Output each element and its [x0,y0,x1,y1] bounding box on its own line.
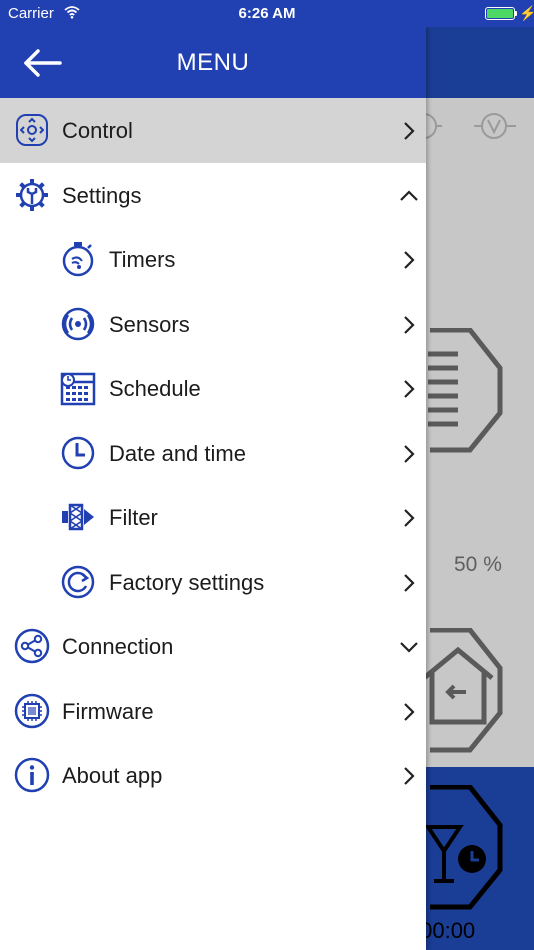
chevron-right-icon [404,251,415,269]
menu-item-filter[interactable]: Filter [0,485,426,550]
status-time: 6:26 AM [238,5,296,22]
menu-item-label: Sensors [109,311,190,337]
menu-list: Control Settings Timers Sensors Schedule… [0,98,426,808]
battery-icon [485,7,515,20]
sensor-icon [61,307,95,340]
menu-item-label: Filter [109,505,158,530]
menu-item-schedule[interactable]: Schedule [0,356,426,421]
menu-item-label: Firmware [62,698,154,724]
menu-item-control[interactable]: Control [0,98,426,163]
dpad-icon [16,114,48,146]
menu-item-label: Factory settings [109,569,265,595]
mode-icons [424,113,516,139]
chevron-up-icon [400,189,418,201]
menu-item-firmware[interactable]: Firmware [0,679,426,744]
chevron-right-icon [404,315,415,334]
menu-item-label: Schedule [109,376,201,401]
chevron-right-icon [404,702,415,721]
chevron-right-icon [404,509,415,527]
menu-item-date-and-time[interactable]: Date and time [0,421,426,486]
menu-item-timers[interactable]: Timers [0,227,426,292]
menu-item-settings[interactable]: Settings [0,163,426,228]
info-icon [14,757,50,793]
gear-icon [16,178,48,211]
chevron-down-icon [400,642,418,653]
clock-icon [61,436,95,469]
reset-icon [61,565,95,598]
fan-percent: 50 % [454,553,502,576]
menu-item-label: Settings [62,182,142,208]
chevron-right-icon [404,444,415,463]
menu-item-factory-settings[interactable]: Factory settings [0,550,426,615]
drawer-header: MENU [0,27,426,98]
charging-icon: ⚡ [519,5,534,21]
menu-item-label: Connection [62,634,174,659]
share-icon [14,628,50,664]
stopwatch-icon [62,242,94,277]
status-bar: Carrier 6:26 AM ⚡ [0,0,534,27]
menu-item-label: Date and time [109,440,246,466]
calendar-icon [60,372,96,406]
menu-item-label: About app [62,763,163,788]
menu-item-about-app[interactable]: About app [0,743,426,808]
menu-item-label: Control [62,118,133,143]
menu-item-sensors[interactable]: Sensors [0,292,426,357]
menu-item-label: Timers [109,247,176,272]
chevron-right-icon [404,380,415,398]
menu-item-connection[interactable]: Connection [0,614,426,679]
navigation-drawer: MENU Control Settings Timers Sensors Sch… [0,27,426,950]
chevron-right-icon [404,122,415,140]
chip-icon [14,693,50,728]
menu-title: MENU [176,49,250,76]
chevron-right-icon [404,767,415,785]
filter-icon [62,503,94,531]
chevron-right-icon [404,573,415,592]
battery-tip [515,11,517,16]
